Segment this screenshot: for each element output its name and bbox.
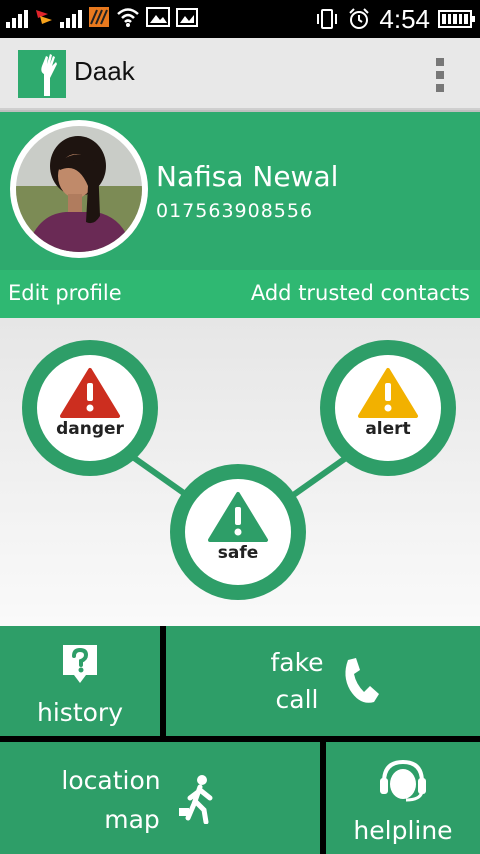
alert-label: alert — [365, 419, 411, 439]
status-icons-right: 4:54 — [315, 4, 475, 34]
edit-profile-link[interactable]: Edit profile — [8, 281, 122, 305]
safe-warning-icon — [208, 492, 268, 542]
avatar-photo — [16, 126, 142, 252]
profile-phone: 017563908556 — [156, 200, 314, 222]
profile-links-bar: Edit profile Add trusted contacts — [0, 270, 480, 318]
battery-icon — [438, 10, 475, 28]
action-bar: Daak — [0, 38, 480, 110]
danger-warning-icon — [60, 368, 120, 418]
safe-button[interactable]: safe — [170, 464, 306, 600]
phone-icon — [345, 658, 379, 703]
question-bubble-icon — [63, 645, 97, 683]
location-map-line2: map — [104, 805, 160, 834]
profile-name: Nafisa Newal — [156, 160, 339, 193]
alarm-icon — [349, 8, 370, 29]
vibrate-icon — [317, 9, 338, 29]
network-activity-icon — [36, 10, 52, 24]
helpline-tile[interactable]: helpline — [326, 742, 480, 854]
helpline-label: helpline — [353, 816, 453, 845]
gallery-icon — [176, 8, 198, 27]
clock-time: 4:54 — [379, 4, 430, 34]
danger-button[interactable]: danger — [22, 340, 158, 476]
location-map-tile[interactable]: location map — [0, 742, 320, 854]
history-label: history — [37, 698, 123, 727]
fake-call-line2: call — [275, 685, 319, 714]
danger-label: danger — [56, 419, 124, 439]
app-title: Daak — [74, 56, 135, 86]
image-icon — [146, 7, 170, 27]
safe-label: safe — [217, 543, 259, 563]
location-map-line1: location — [61, 766, 161, 795]
status-bar: 4:54 — [0, 0, 480, 38]
add-trusted-contacts-link[interactable]: Add trusted contacts — [251, 281, 470, 305]
history-tile[interactable]: history — [0, 626, 160, 736]
fake-call-tile[interactable]: fake call — [166, 626, 480, 736]
fake-call-line1: fake — [270, 648, 324, 677]
profile-header: Nafisa Newal 017563908556 — [0, 110, 480, 270]
status-selector-area: danger alert safe — [0, 318, 480, 626]
avatar[interactable] — [10, 120, 148, 258]
danger-button-face: danger — [37, 355, 143, 461]
signal-icon-2 — [60, 6, 82, 28]
wifi-icon — [117, 8, 139, 27]
alert-warning-icon — [358, 368, 418, 418]
overflow-menu-icon[interactable] — [430, 58, 450, 92]
safe-button-face: safe — [185, 479, 291, 585]
signal-icon — [6, 6, 28, 28]
alert-button-face: alert — [335, 355, 441, 461]
notification-icon — [89, 7, 109, 27]
walking-person-icon — [179, 775, 213, 824]
alert-button[interactable]: alert — [320, 340, 456, 476]
app-logo-icon — [18, 50, 66, 98]
headset-icon — [380, 759, 426, 802]
status-icons-left — [6, 6, 198, 28]
